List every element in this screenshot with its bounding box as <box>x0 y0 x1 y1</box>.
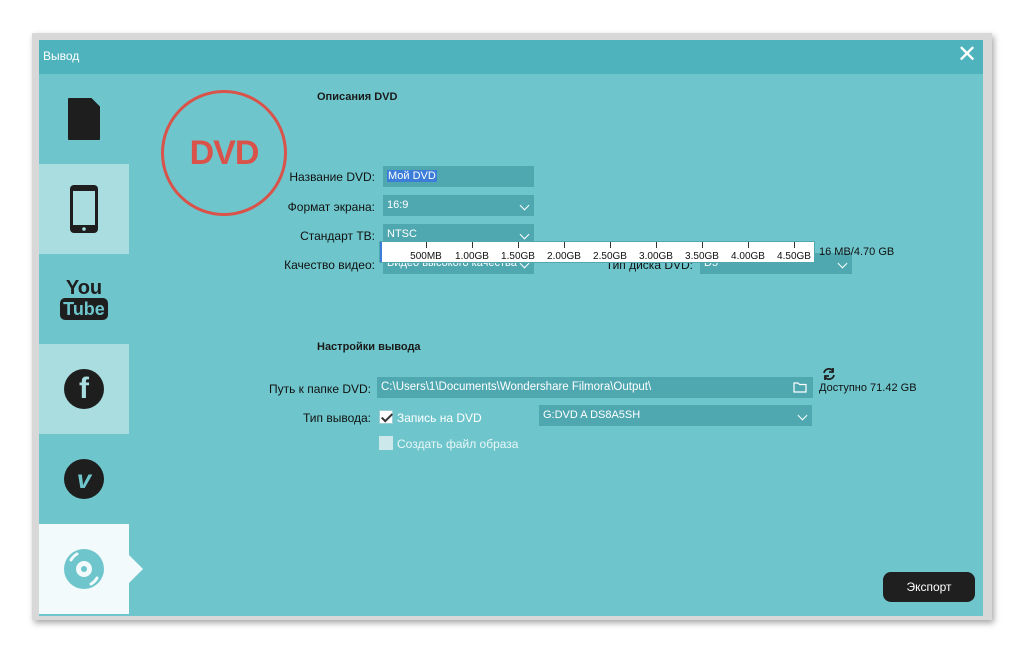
sidebar-item-device-phone[interactable] <box>39 164 129 254</box>
sidebar: You Tube f v <box>39 74 143 616</box>
free-space-text: Доступно 71.42 GB <box>819 382 917 394</box>
scale-tick <box>794 242 795 248</box>
output-type-label: Тип вывода: <box>303 411 371 425</box>
scale-tick <box>426 242 427 248</box>
chevron-down-icon <box>519 200 530 211</box>
chevron-down-icon <box>519 229 530 240</box>
scale-tick-label: 3.00GB <box>639 251 673 262</box>
scale-tick <box>518 242 519 248</box>
tv-standard-label: Стандарт ТВ: <box>300 229 375 243</box>
sidebar-item-vimeo[interactable]: v <box>39 434 129 524</box>
dvd-name-input[interactable]: Мой DVD <box>383 166 534 187</box>
aspect-label: Формат экрана: <box>287 200 375 214</box>
refresh-icon[interactable] <box>821 367 837 381</box>
file-icon <box>68 98 100 140</box>
capacity-fill <box>380 242 382 262</box>
scale-tick-label: 2.50GB <box>593 251 627 262</box>
dvd-name-label: Название DVD: <box>289 170 375 184</box>
burn-dvd-checkbox[interactable] <box>379 410 393 424</box>
create-image-checkbox[interactable] <box>379 436 393 450</box>
sidebar-item-facebook[interactable]: f <box>39 344 129 434</box>
sidebar-item-youtube[interactable]: You Tube <box>39 254 129 344</box>
scale-tick <box>472 242 473 248</box>
create-image-label[interactable]: Создать файл образа <box>397 437 518 451</box>
scale-tick <box>748 242 749 248</box>
vimeo-icon: v <box>64 459 104 499</box>
burn-dvd-label[interactable]: Запись на DVD <box>397 411 482 425</box>
scale-tick-label: 2.00GB <box>547 251 581 262</box>
dvd-logo: DVD <box>161 90 287 216</box>
scale-tick <box>564 242 565 248</box>
sidebar-item-device-file[interactable] <box>39 74 129 164</box>
scale-tick-label: 500MB <box>410 251 442 262</box>
window-title: Вывод <box>43 49 80 63</box>
main-content: DVD Описания DVD Название DVD: Мой DVD Ф… <box>129 74 983 616</box>
scale-tick-label: 4.00GB <box>731 251 765 262</box>
drive-select[interactable]: G:DVD A DS8A5SH <box>539 405 812 426</box>
folder-icon[interactable] <box>793 381 807 393</box>
scale-tick-label: 1.50GB <box>501 251 535 262</box>
export-dialog: Вывод ✕ You Tube f v DVD Описания DVD На… <box>39 40 983 616</box>
section-title-dvd-desc: Описания DVD <box>317 91 398 103</box>
scale-tick-label: 4.50GB <box>777 251 811 262</box>
scale-tick-label: 1.00GB <box>455 251 489 262</box>
close-icon[interactable]: ✕ <box>955 43 979 68</box>
output-path-label: Путь к папке DVD: <box>268 382 371 396</box>
sidebar-item-dvd[interactable] <box>39 524 143 614</box>
youtube-icon: You Tube <box>60 278 108 320</box>
disc-size-text: 16 MB/4.70 GB <box>819 246 895 258</box>
disc-icon <box>64 549 104 589</box>
scale-tick <box>656 242 657 248</box>
chevron-down-icon <box>837 258 848 269</box>
scale-tick-label: 3.50GB <box>685 251 719 262</box>
export-button[interactable]: Экспорт <box>883 572 975 602</box>
chevron-down-icon <box>797 410 808 421</box>
disc-capacity-bar: 500MB 1.00GB 1.50GB 2.00GB 2.50GB 3.00GB… <box>379 241 815 263</box>
facebook-icon: f <box>64 369 104 409</box>
scale-tick <box>610 242 611 248</box>
section-title-output: Настройки вывода <box>317 341 421 353</box>
aspect-select[interactable]: 16:9 <box>383 195 534 216</box>
output-path-input[interactable]: C:\Users\1\Documents\Wondershare Filmora… <box>377 377 813 398</box>
scale-tick <box>702 242 703 248</box>
title-bar: Вывод ✕ <box>39 40 983 74</box>
video-quality-label: Качество видео: <box>284 258 375 272</box>
phone-icon <box>70 185 98 233</box>
